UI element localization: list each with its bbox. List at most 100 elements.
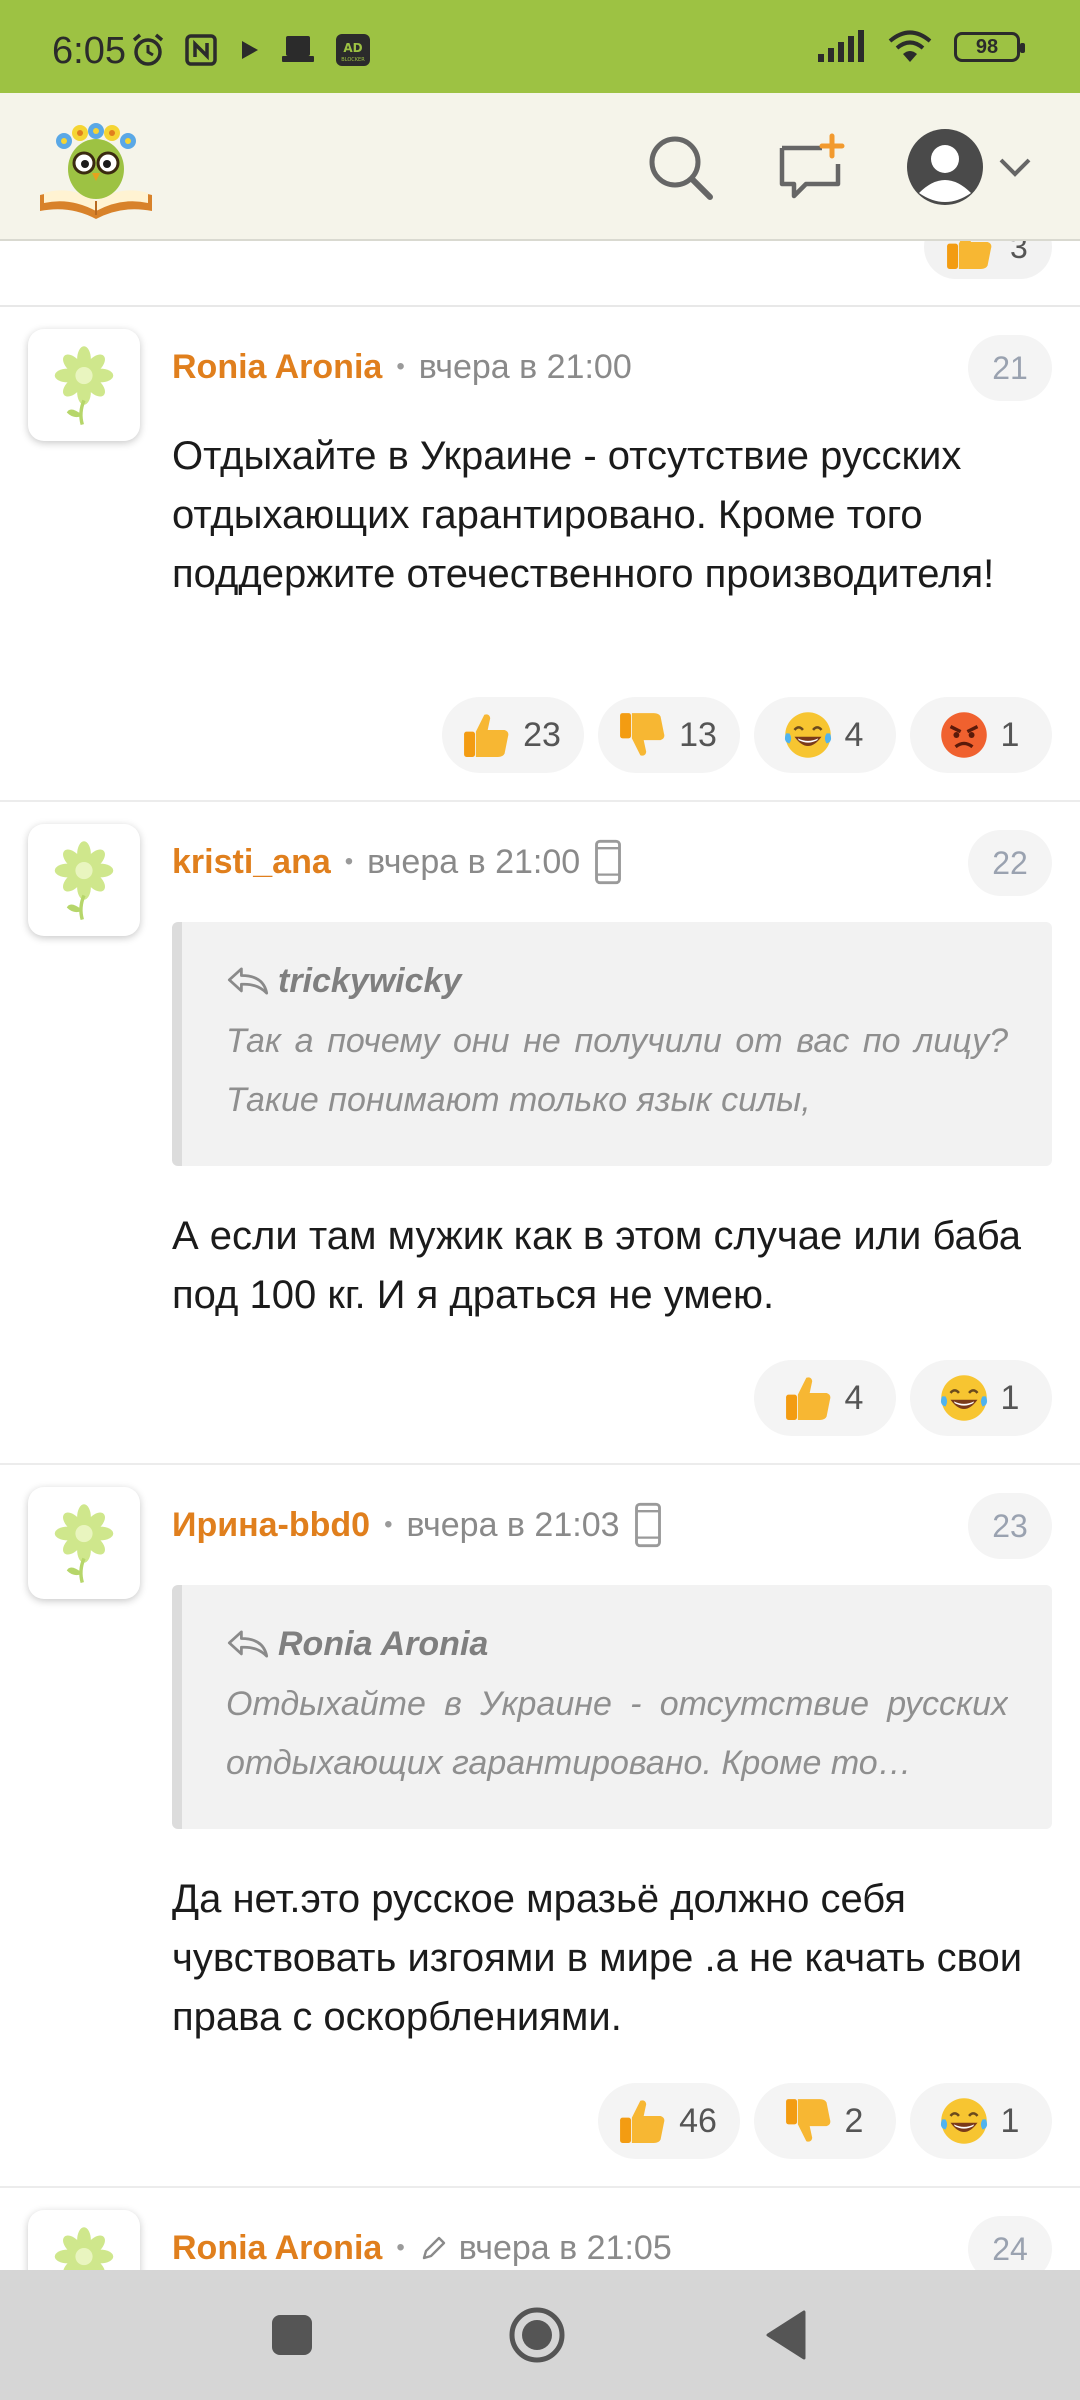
flower-avatar-icon bbox=[41, 1500, 127, 1586]
thumbs-down-icon bbox=[781, 2094, 835, 2148]
author-name[interactable]: kristi_ana bbox=[172, 843, 331, 882]
comment: Ronia Aronia • вчера в 21:00 21 Отдыхайт… bbox=[0, 307, 1080, 802]
separator-dot: • bbox=[396, 2234, 405, 2261]
comment-meta: Ирина-bbd0 • вчера в 21:03 bbox=[172, 1501, 662, 1549]
play-icon bbox=[242, 41, 258, 59]
reaction-count: 1 bbox=[1000, 1378, 1020, 1417]
author-name[interactable]: Ronia Aronia bbox=[172, 348, 382, 387]
reaction-laughing[interactable]: 1 bbox=[910, 1360, 1052, 1436]
reactions-bar: 23 13 4 1 bbox=[442, 697, 1052, 773]
comment-number[interactable]: 23 bbox=[968, 1493, 1052, 1559]
comment-number[interactable]: 22 bbox=[968, 830, 1052, 896]
reaction-count: 3 bbox=[1010, 241, 1028, 265]
reaction-thumbs-down[interactable]: 13 bbox=[598, 697, 740, 773]
quote-block[interactable]: trickywicky Так а почему они не получили… bbox=[172, 922, 1052, 1166]
angry-icon bbox=[937, 708, 991, 762]
edited-pencil-icon bbox=[419, 2233, 449, 2263]
reaction-count: 2 bbox=[844, 2101, 864, 2140]
notification-icon bbox=[282, 36, 314, 62]
user-menu-button[interactable] bbox=[900, 125, 1040, 209]
reaction-thumbs-up[interactable]: 46 bbox=[598, 2083, 740, 2159]
quote-author-name: trickywicky bbox=[278, 961, 462, 1000]
reaction-count: 4 bbox=[844, 1378, 864, 1417]
reaction-angry[interactable]: 1 bbox=[910, 697, 1052, 773]
owl-with-book-logo[interactable] bbox=[34, 111, 158, 223]
comment-meta: Ronia Aronia • вчера в 21:00 bbox=[172, 343, 632, 391]
reaction-count: 1 bbox=[1000, 2101, 1020, 2140]
status-left-icons: AD BLOCKER bbox=[130, 32, 372, 68]
avatar[interactable] bbox=[28, 2210, 140, 2270]
home-circle-icon bbox=[509, 2307, 565, 2363]
flower-avatar-icon bbox=[41, 837, 127, 923]
new-post-button[interactable] bbox=[770, 125, 854, 209]
reply-arrow-icon bbox=[226, 1627, 270, 1661]
recents-button[interactable] bbox=[262, 2305, 322, 2365]
status-time: 6:05 bbox=[52, 30, 126, 72]
comment: kristi_ana • вчера в 21:00 22 trickywick… bbox=[0, 802, 1080, 1465]
app-header bbox=[0, 93, 1080, 241]
signal-icon bbox=[818, 30, 864, 62]
comment-text: Отдыхайте в Украине - отсутствие русских… bbox=[172, 434, 995, 596]
reaction-laughing[interactable]: 4 bbox=[754, 697, 896, 773]
author-name[interactable]: Ирина-bbd0 bbox=[172, 1506, 370, 1545]
comment: Ирина-bbd0 • вчера в 21:03 23 Ronia Aron… bbox=[0, 1465, 1080, 2188]
comment-text: А если там мужик как в этом случае или б… bbox=[172, 1214, 1021, 1317]
back-button[interactable] bbox=[756, 2305, 816, 2365]
reaction-thumbs-up[interactable]: 3 bbox=[924, 241, 1052, 279]
quote-author: trickywicky bbox=[226, 958, 1008, 1004]
reaction-count: 46 bbox=[679, 2101, 717, 2140]
thumbs-up-icon bbox=[942, 241, 996, 274]
laughing-icon bbox=[937, 1371, 991, 1425]
chevron-down-icon bbox=[999, 158, 1031, 177]
search-icon bbox=[649, 136, 713, 200]
flower-avatar-icon bbox=[41, 2223, 127, 2270]
comment-meta: Ronia Aronia • вчера в 21:05 bbox=[172, 2224, 672, 2270]
thumbs-down-icon bbox=[615, 708, 669, 762]
reaction-thumbs-up[interactable]: 4 bbox=[754, 1360, 896, 1436]
comments-feed[interactable]: 3 Ronia Aronia • вчера в 21:00 21 Отдыха… bbox=[0, 241, 1080, 2270]
adblocker-icon: AD BLOCKER bbox=[336, 34, 370, 66]
laughing-icon bbox=[781, 708, 835, 762]
mobile-phone-icon bbox=[594, 839, 622, 885]
back-triangle-icon bbox=[766, 2310, 806, 2360]
reactions-bar: 4 1 bbox=[754, 1360, 1052, 1436]
reaction-thumbs-down[interactable]: 2 bbox=[754, 2083, 896, 2159]
recents-square-icon bbox=[272, 2315, 312, 2355]
comment-number[interactable]: 24 bbox=[968, 2216, 1052, 2270]
avatar[interactable] bbox=[28, 329, 140, 441]
thumbs-up-icon bbox=[781, 1371, 835, 1425]
reply-arrow-icon bbox=[226, 964, 270, 998]
status-bar: 6:05 AD BLOCKER 98 bbox=[0, 0, 1080, 93]
comment-meta: kristi_ana • вчера в 21:00 bbox=[172, 838, 622, 886]
author-name[interactable]: Ronia Aronia bbox=[172, 2229, 382, 2268]
thumbs-up-icon bbox=[459, 708, 513, 762]
reaction-thumbs-up[interactable]: 23 bbox=[442, 697, 584, 773]
user-avatar-icon bbox=[907, 129, 983, 205]
quote-author-name: Ronia Aronia bbox=[278, 1624, 489, 1663]
system-nav-bar bbox=[0, 2270, 1080, 2400]
reactions-bar: 46 2 1 bbox=[598, 2083, 1052, 2159]
home-button[interactable] bbox=[505, 2303, 569, 2367]
reaction-laughing[interactable]: 1 bbox=[910, 2083, 1052, 2159]
previous-comment-tail: 3 bbox=[0, 241, 1080, 307]
comment-time: вчера в 21:03 bbox=[406, 1505, 620, 1544]
comment-text: Да нет.это русское мразьё должно себя чу… bbox=[172, 1877, 1023, 2039]
new-post-icon bbox=[779, 133, 845, 199]
avatar[interactable] bbox=[28, 824, 140, 936]
search-button[interactable] bbox=[638, 125, 722, 209]
mobile-phone-icon bbox=[634, 1502, 662, 1548]
laughing-icon bbox=[937, 2094, 991, 2148]
separator-dot: • bbox=[384, 1511, 393, 1538]
comment-number[interactable]: 21 bbox=[968, 335, 1052, 401]
thumbs-up-icon bbox=[615, 2094, 669, 2148]
separator-dot: • bbox=[396, 353, 405, 380]
comment: Ronia Aronia • вчера в 21:05 24 bbox=[0, 2188, 1080, 2270]
svg-text:BLOCKER: BLOCKER bbox=[341, 57, 365, 63]
comment-time: вчера в 21:00 bbox=[418, 347, 632, 386]
comment-time: вчера в 21:05 bbox=[458, 2228, 672, 2267]
avatar[interactable] bbox=[28, 1487, 140, 1599]
reaction-count: 23 bbox=[523, 715, 561, 754]
comment-time: вчера в 21:00 bbox=[367, 842, 581, 881]
quote-block[interactable]: Ronia Aronia Отдыхайте в Украине - отсут… bbox=[172, 1585, 1052, 1829]
quote-author: Ronia Aronia bbox=[226, 1621, 1008, 1667]
